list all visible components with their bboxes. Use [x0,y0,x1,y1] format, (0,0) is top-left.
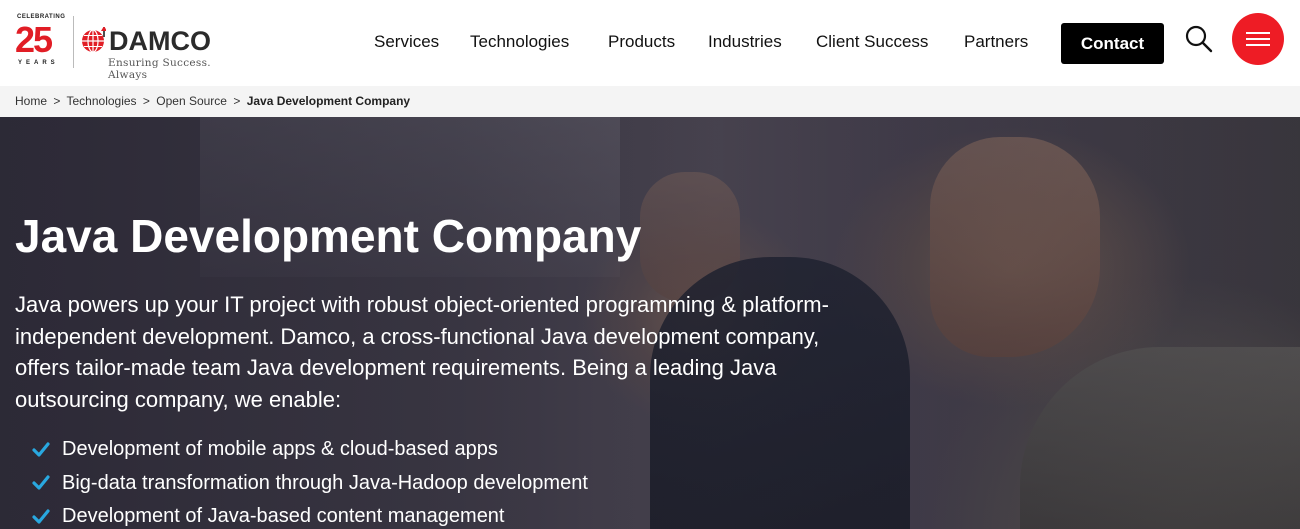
bullet-text: Big-data transformation through Java-Had… [62,471,588,494]
list-item: Big-data transformation through Java-Had… [32,467,588,501]
bullet-text: Development of Java-based content manage… [62,505,505,528]
menu-line-icon [1246,32,1270,34]
nav-item-services[interactable]: Services [374,32,439,52]
menu-line-icon [1246,38,1270,40]
nav-item-products[interactable]: Products [608,32,675,52]
logo-anniversary: 25 [15,19,53,60]
site-header: CELEBRATING 25 YEARS DAMCO Ensuring Succ… [0,0,1300,86]
breadcrumb-separator: > [53,94,61,108]
checkmark-icon [32,509,50,524]
globe-icon [82,27,106,53]
damco-logo[interactable]: CELEBRATING 25 YEARS DAMCO Ensuring Succ… [14,12,229,81]
logo-tagline: Ensuring Success. Always [108,57,211,81]
logo-years: YEARS [18,60,59,66]
nav-item-industries[interactable]: Industries [708,32,782,52]
hero-title: Java Development Company [15,210,642,262]
search-icon[interactable] [1184,24,1214,54]
logo-divider [73,16,74,68]
breadcrumb-separator: > [142,94,150,108]
breadcrumb-separator: > [233,94,241,108]
breadcrumb-home[interactable]: Home [15,94,47,108]
list-item: Development of Java-based content manage… [32,500,588,529]
contact-button[interactable]: Contact [1061,23,1164,64]
nav-item-client-success[interactable]: Client Success [816,32,928,52]
breadcrumb-current: Java Development Company [246,94,411,108]
checkmark-icon [32,475,50,490]
logo-brand: DAMCO [109,26,211,56]
bullet-text: Development of mobile apps & cloud-based… [62,438,498,461]
hero-description: Java powers up your IT project with robu… [15,292,829,412]
hero-bullet-list: Development of mobile apps & cloud-based… [32,433,588,529]
breadcrumb: Home > Technologies > Open Source > Java… [0,86,1300,117]
nav-item-technologies[interactable]: Technologies [470,32,569,52]
hero-banner: Java Development Company Java powers up … [0,117,1300,529]
breadcrumb-open-source[interactable]: Open Source [156,94,227,108]
hamburger-menu-button[interactable] [1232,13,1284,65]
checkmark-icon [32,442,50,457]
breadcrumb-technologies[interactable]: Technologies [67,94,137,108]
menu-line-icon [1246,44,1270,46]
nav-item-partners[interactable]: Partners [964,32,1028,52]
list-item: Development of mobile apps & cloud-based… [32,433,588,467]
